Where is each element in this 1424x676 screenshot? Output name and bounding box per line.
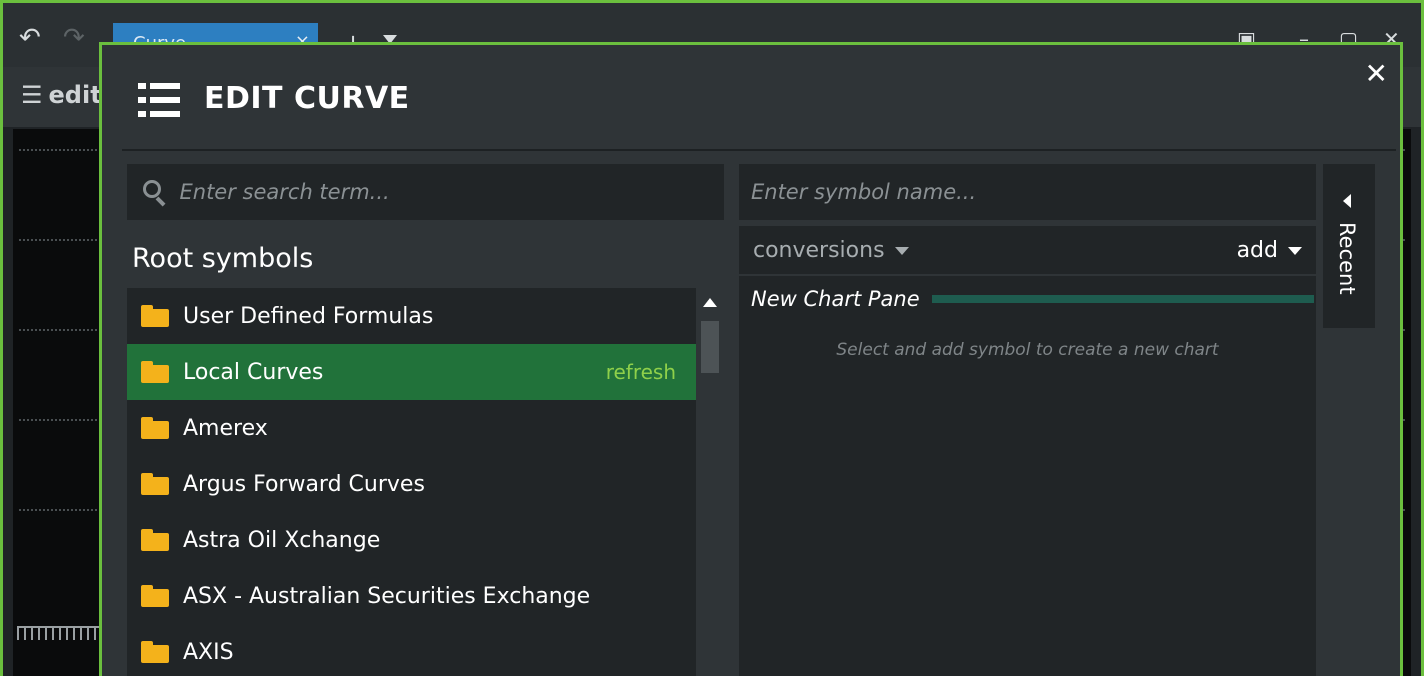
chart-pane-drop-bar — [931, 295, 1314, 303]
list-item[interactable]: User Defined Formulas — [127, 288, 696, 344]
chart-pane-row[interactable]: New Chart Pane — [751, 284, 1316, 314]
list-item-label: Amerex — [183, 415, 268, 441]
list-item-label: Astra Oil Xchange — [183, 527, 381, 553]
list-item-label: User Defined Formulas — [183, 303, 434, 329]
list-item[interactable]: Argus Forward Curves — [127, 456, 696, 512]
chart-pane-title: New Chart Pane — [751, 287, 920, 311]
close-button[interactable]: ✕ — [1365, 57, 1388, 90]
add-dropdown[interactable]: add — [1237, 238, 1302, 263]
redo-icon[interactable]: ↷ — [63, 25, 85, 51]
dialog-title: EDIT CURVE — [204, 81, 410, 116]
folder-icon — [141, 585, 169, 607]
edit-curve-dialog: EDIT CURVE ✕ Root symbols User Defined F… — [99, 42, 1403, 676]
add-label: add — [1236, 238, 1278, 263]
folder-icon — [141, 417, 169, 439]
panel-header: conversions add — [739, 226, 1316, 276]
chevron-down-icon — [1288, 246, 1302, 255]
list-item-label: AXIS — [183, 639, 234, 665]
scrollbar-thumb[interactable] — [701, 321, 719, 373]
list-icon — [138, 83, 182, 117]
list-item-label: ASX - Australian Securities Exchange — [183, 583, 591, 609]
folder-icon — [141, 473, 169, 495]
conversions-label: conversions — [753, 238, 885, 263]
folder-icon — [141, 305, 169, 327]
grid-line — [19, 509, 109, 511]
dialog-header: EDIT CURVE ✕ — [102, 45, 1400, 149]
divider — [122, 149, 1396, 151]
scroll-up-icon[interactable] — [703, 298, 717, 307]
refresh-link[interactable]: refresh — [606, 360, 676, 384]
x-axis-ticks — [17, 626, 105, 640]
search-icon — [143, 180, 166, 207]
grid-line — [19, 149, 109, 151]
recent-tab[interactable]: Recent — [1323, 164, 1375, 328]
list-item[interactable]: Local Curves refresh — [127, 344, 696, 400]
empty-hint: Select and add symbol to create a new ch… — [836, 340, 1219, 360]
edit-button-label: edit — [48, 81, 102, 109]
list-item[interactable]: ASX - Australian Securities Exchange — [127, 568, 696, 624]
grid-line — [19, 329, 109, 331]
symbol-name-box — [739, 164, 1316, 220]
symbol-name-input[interactable] — [751, 180, 1316, 204]
list-item[interactable]: AXIS — [127, 624, 696, 676]
folder-icon — [141, 641, 169, 663]
undo-icon[interactable]: ↶ — [19, 25, 41, 51]
grid-line — [19, 419, 109, 421]
chart-pane-panel: conversions add New Chart Pane Select an… — [739, 226, 1316, 676]
list-item-label: Argus Forward Curves — [183, 471, 425, 497]
list-item-label: Local Curves — [183, 359, 324, 385]
search-box — [127, 164, 724, 220]
list-item[interactable]: Amerex — [127, 400, 696, 456]
chevron-down-icon — [894, 246, 909, 255]
root-symbol-list: User Defined Formulas Local Curves refre… — [127, 288, 696, 676]
root-symbols-heading: Root symbols — [132, 243, 314, 274]
folder-icon — [141, 361, 169, 383]
search-input[interactable] — [179, 180, 724, 204]
list-item[interactable]: Astra Oil Xchange — [127, 512, 696, 568]
edit-button[interactable]: ☰ edit — [21, 81, 102, 109]
folder-icon — [141, 529, 169, 551]
scrollbar[interactable] — [698, 288, 722, 676]
grid-line — [19, 239, 109, 241]
conversions-dropdown[interactable]: conversions — [753, 238, 909, 263]
chevron-left-icon — [1343, 194, 1351, 208]
list-icon: ☰ — [21, 81, 43, 109]
recent-label: Recent — [1335, 222, 1359, 295]
